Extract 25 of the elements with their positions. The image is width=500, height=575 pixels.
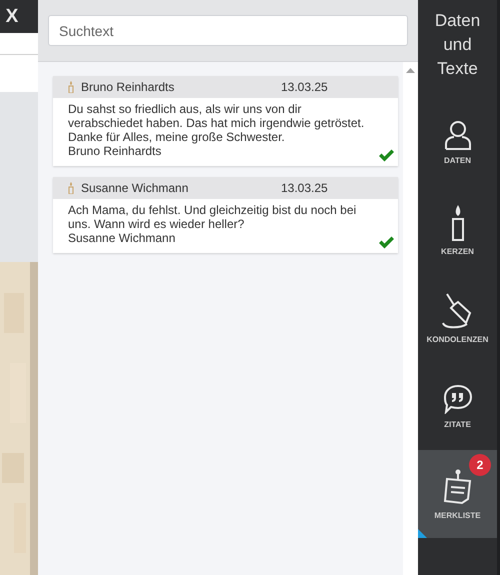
sidebar-title: Daten und Texte: [434, 10, 482, 80]
scroll-up-icon[interactable]: [406, 68, 415, 73]
candle-icon: [68, 182, 74, 194]
close-button[interactable]: X: [0, 0, 38, 33]
pinned-note-icon: [442, 468, 474, 504]
count-badge: 2: [469, 454, 491, 476]
message-date: 13.03.25: [281, 80, 328, 94]
person-icon: [444, 120, 472, 150]
message-text: Du sahst so friedlich aus, als wir uns von dir verabschiedet haben. Das hat mich irgendwie getröstet. Danke für Alles, meine große Schwester.: [68, 102, 366, 144]
candle-icon: [450, 204, 464, 240]
author-name: Bruno Reinhardts: [81, 80, 176, 94]
nav-item[interactable]: ZITATE: [418, 362, 497, 450]
candle-icon: [68, 81, 74, 93]
author-name: Susanne Wichmann: [81, 181, 190, 195]
signature: Susanne Wichmann: [68, 231, 176, 245]
selection-marker: [418, 529, 427, 538]
message-text: Ach Mama, du fehlst. Und gleichzeitig bist du noch bei uns. Wann wird es wieder heller?: [68, 203, 358, 231]
search-field[interactable]: Suchtext: [48, 15, 408, 46]
nav-item[interactable]: KONDOLENZEN: [418, 274, 497, 362]
speech-bubble-icon: [442, 384, 472, 414]
message-date: 13.03.25: [281, 181, 328, 195]
signature: Bruno Reinhardts: [68, 144, 162, 158]
nav-item[interactable]: DATEN: [418, 98, 497, 186]
nav-item[interactable]: KERZEN: [418, 186, 497, 274]
nav-item[interactable]: MERKLISTE 2: [418, 450, 497, 538]
